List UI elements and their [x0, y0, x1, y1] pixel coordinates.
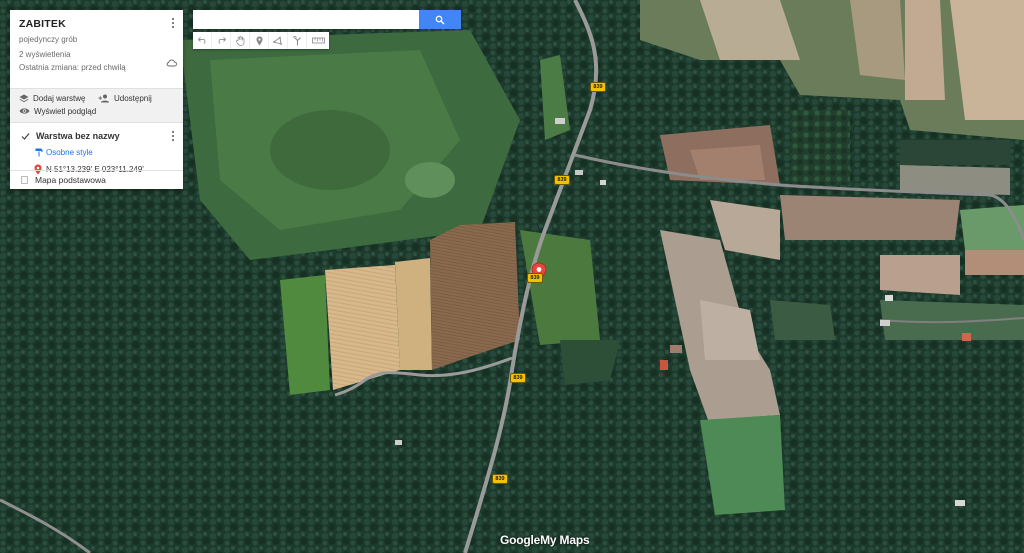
layer-name[interactable]: Warstwa bez nazwy — [36, 131, 120, 141]
individual-styles-link[interactable]: Osobne style — [35, 148, 173, 157]
undo-button[interactable] — [193, 32, 212, 49]
share-button[interactable]: Udostępnij — [98, 92, 152, 104]
measure-button[interactable] — [307, 32, 329, 49]
individual-styles-label: Osobne style — [46, 148, 93, 157]
add-directions-button[interactable] — [288, 32, 307, 49]
road-shield: 839 — [554, 175, 570, 185]
map-toolbar — [193, 32, 329, 49]
road-shield: 839 — [590, 82, 606, 92]
cloud-saved-icon — [166, 59, 177, 67]
paint-roller-icon — [35, 148, 43, 157]
search-input[interactable] — [193, 10, 419, 29]
base-map-selector[interactable]: Mapa podstawowa — [10, 170, 183, 189]
last-modified: Ostatnia zmiana: przed chwilą — [19, 63, 126, 72]
route-icon — [292, 35, 301, 45]
map-info-panel: ZABITEK pojedynczy grób 2 wyświetlenia O… — [10, 10, 183, 189]
panel-header: ZABITEK pojedynczy grób 2 wyświetlenia O… — [10, 10, 183, 88]
add-layer-button[interactable]: Dodaj warstwę — [19, 92, 85, 104]
map-description[interactable]: pojedynczy grób — [19, 35, 173, 44]
add-layer-label: Dodaj warstwę — [33, 93, 86, 103]
mymaps-logo-text: My Maps — [540, 533, 590, 547]
preview-label: Wyświetl podgląd — [34, 106, 97, 116]
road-shield: 839 — [492, 474, 508, 484]
share-label: Udostępnij — [113, 93, 152, 103]
search-button[interactable] — [419, 10, 461, 29]
add-marker-button[interactable] — [250, 32, 269, 49]
base-map-label: Mapa podstawowa — [35, 175, 106, 185]
map-options-menu-icon[interactable] — [170, 18, 176, 30]
select-hand-button[interactable] — [231, 32, 250, 49]
checkmark-icon — [21, 132, 30, 140]
preview-button[interactable]: Wyświetl podgląd — [19, 105, 96, 117]
redo-icon — [218, 37, 226, 44]
road-shield: 839 — [510, 373, 526, 383]
search-icon — [435, 15, 445, 24]
google-my-maps-logo: GoogleMy Maps — [500, 533, 590, 547]
redo-button[interactable] — [212, 32, 231, 49]
marker-icon — [256, 36, 262, 45]
expand-toggle-icon[interactable] — [21, 176, 28, 184]
panel-actions: Dodaj warstwę Udostępnij Wyświetl podglą… — [10, 88, 183, 123]
layers-icon — [19, 94, 29, 102]
undo-icon — [197, 37, 205, 44]
map-title[interactable]: ZABITEK — [19, 18, 173, 30]
line-icon — [273, 36, 282, 45]
road-shield: 839 — [527, 273, 543, 283]
eye-icon — [19, 108, 30, 114]
layer-options-menu-icon[interactable] — [170, 131, 176, 143]
google-logo-text: Google — [500, 533, 541, 547]
ruler-icon — [311, 37, 325, 44]
draw-line-button[interactable] — [269, 32, 288, 49]
hand-icon — [235, 35, 244, 46]
view-count: 2 wyświetlenia — [19, 50, 71, 59]
add-person-icon — [98, 94, 109, 102]
layer-visibility-checkbox[interactable] — [21, 132, 30, 141]
